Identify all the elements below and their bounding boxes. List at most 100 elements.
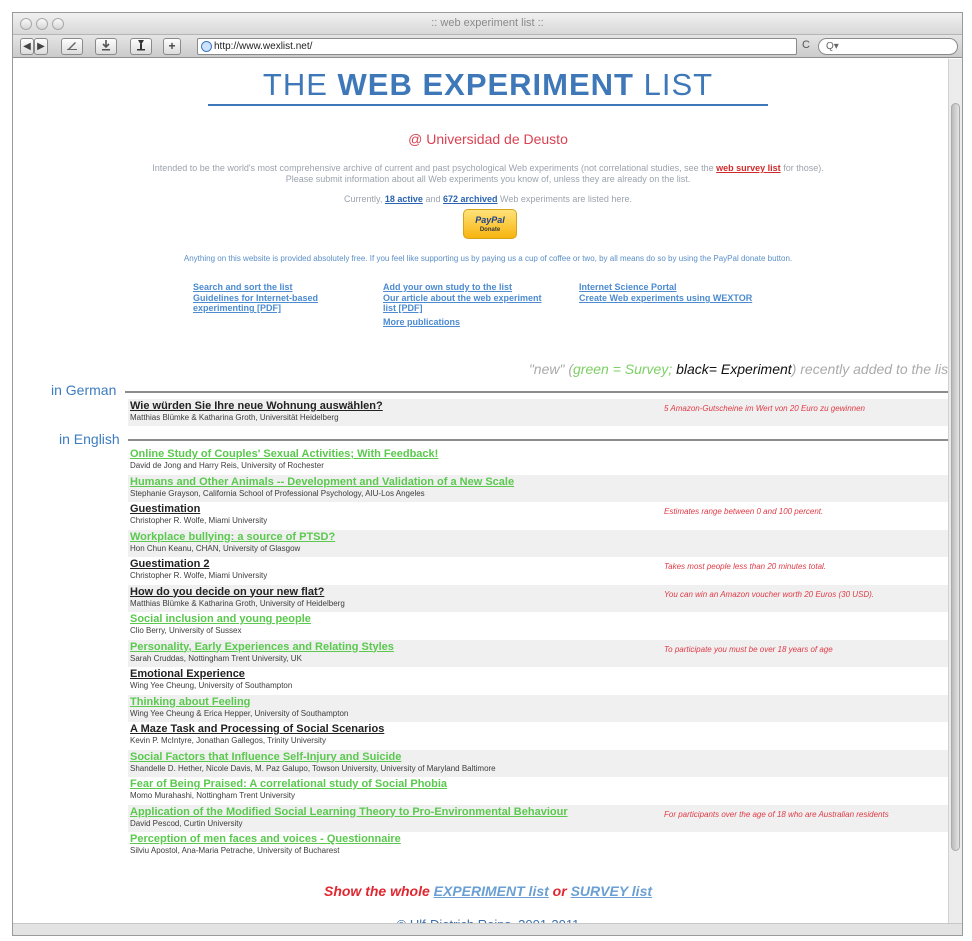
study-row: A Maze Task and Processing of Social Sce… [128,722,949,749]
study-title-link[interactable]: Fear of Being Praised: A correlational s… [130,778,447,790]
add-study-link[interactable]: Add your own study to the list [383,282,512,292]
download-icon[interactable] [95,38,117,55]
study-row: Guestimation 2 Christopher R. Wolfe, Miam… [128,557,949,584]
study-row: Wie würden Sie Ihre neue Wohnung auswähl… [128,399,949,426]
site-subtitle: @ Universidad de Deusto [408,131,568,147]
study-authors: Christopher R. Wolfe, Miami University [130,516,268,525]
window-titlebar: :: web experiment list :: [13,13,962,35]
web-survey-list-link[interactable]: web survey list [716,163,781,173]
study-authors: Matthias Blümke & Katharina Groth, Unive… [130,598,345,608]
experiment-list-link[interactable]: EXPERIMENT list [434,883,549,899]
title-bold: WEB EXPERIMENT [337,67,634,102]
article-link-line-2[interactable]: list [PDF] [383,303,423,313]
intro-text-end: for those). [783,163,824,173]
study-row: Emotional Experience Wing Yee Cheung, Uni… [128,667,949,694]
count-post: Web experiments are listed here. [500,194,632,204]
site-title: THE WEB EXPERIMENT LIST [208,67,768,103]
vertical-scrollbar[interactable] [948,59,962,923]
study-title-link[interactable]: Online Study of Couples' Sexual Activiti… [130,448,438,460]
study-authors: Wing Yee Cheung, University of Southampt… [130,681,293,690]
study-authors: David de Jong and Harry Reis, University… [130,461,324,470]
url-text: http://www.wexlist.net/ [214,41,313,52]
study-authors: Stephanie Grayson, California School of … [130,488,425,498]
scrollbar-thumb[interactable] [951,103,960,851]
study-title-link[interactable]: Personality, Early Experiences and Relat… [130,641,394,653]
study-title-link[interactable]: Guestimation 2 [130,558,209,570]
bookmark-icon[interactable] [130,38,152,55]
study-title-link[interactable]: Wie würden Sie Ihre neue Wohnung auswähl… [130,400,383,412]
browser-toolbar: ◀ ▶ + http://www.wexlist.net/ C Q▾ [13,35,962,58]
study-row: Social inclusion and young people Clio Be… [128,612,949,639]
globe-icon [201,41,212,52]
search-input[interactable]: Q▾ [818,38,958,55]
study-title-link[interactable]: Emotional Experience [130,668,245,680]
study-authors: Shandelle D. Hether, Nicole Davis, M. Pa… [130,763,496,773]
search-sort-link[interactable]: Search and sort the list [193,282,293,292]
study-title-link[interactable]: Humans and Other Animals -- Development … [130,476,514,488]
study-row: Guestimation Christopher R. Wolfe, Miami … [128,502,949,529]
study-authors: Sarah Cruddas, Nottingham Trent Universi… [130,653,302,663]
study-row: Perception of men faces and voices - Que… [128,832,949,859]
study-title-link[interactable]: Guestimation [130,503,200,515]
legend: "new" (green = Survey; black= Experiment… [433,361,949,377]
show-or: or [548,883,571,899]
study-title-link[interactable]: A Maze Task and Processing of Social Sce… [130,723,384,735]
reload-icon[interactable]: C [802,39,810,51]
count-pre: Currently, [344,194,383,204]
study-authors: Hon Chun Keanu, CHAN, University of Glas… [130,543,301,553]
article-link-line-1[interactable]: Our article about the web experiment [383,293,542,303]
study-row: Online Study of Couples' Sexual Activiti… [128,447,949,474]
edit-icon[interactable] [61,38,83,55]
study-title-link[interactable]: Application of the Modified Social Learn… [130,806,568,818]
support-text: Anything on this website is provided abs… [183,254,793,263]
english-section-label[interactable]: in English [59,431,123,447]
guidelines-link-line-1[interactable]: Guidelines for Internet-based [193,293,318,303]
study-authors: Christopher R. Wolfe, Miami University [130,571,268,580]
paypal-sub-label: Donate [479,227,501,233]
title-post: LIST [634,67,714,102]
guidelines-link-line-2[interactable]: experimenting [PDF] [193,303,281,313]
archived-link[interactable]: 672 archived [443,194,498,204]
horizontal-scrollbar[interactable] [13,923,962,935]
wextor-link[interactable]: Create Web experiments using WEXTOR [579,293,752,303]
paypal-label: PayPal [475,215,505,225]
forward-button[interactable]: ▶ [34,38,48,55]
study-title-link[interactable]: Perception of men faces and voices - Que… [130,833,401,845]
study-authors: Kevin P. McIntyre, Jonathan Gallegos, Tr… [130,736,326,745]
study-note: Takes most people less than 20 minutes t… [664,562,827,571]
study-row: Humans and Other Animals -- Development … [128,474,949,502]
legend-rest: ) recently added to the list [791,361,949,377]
german-section-rule [125,391,949,393]
study-authors: Wing Yee Cheung & Erica Hepper, Universi… [130,708,349,718]
internet-science-portal-link[interactable]: Internet Science Portal [579,282,677,292]
study-title-link[interactable]: How do you decide on your new flat? [130,586,324,598]
study-title-link[interactable]: Social inclusion and young people [130,613,311,625]
back-button[interactable]: ◀ [20,38,34,55]
url-bar[interactable]: http://www.wexlist.net/ [197,38,797,55]
study-row: Fear of Being Praised: A correlational s… [128,777,949,804]
study-row: Personality, Early Experiences and Relat… [128,639,949,667]
show-whole-list: Show the whole EXPERIMENT list or SURVEY… [13,883,949,899]
legend-new: "new" ( [528,361,573,377]
study-note: Estimates range between 0 and 100 percen… [664,507,824,516]
study-row: Social Factors that Influence Self-Injur… [128,749,949,777]
more-publications-link[interactable]: More publications [383,317,460,327]
german-section-label[interactable]: in German [51,382,120,398]
study-note: To participate you must be over 18 years… [664,644,833,654]
paypal-donate-button[interactable]: PayPal Donate [463,209,517,239]
study-title-link[interactable]: Social Factors that Influence Self-Injur… [130,751,401,763]
title-underline [208,104,768,106]
study-title-link[interactable]: Thinking about Feeling [130,696,250,708]
study-note: For participants over the age of 18 who … [664,809,889,819]
study-title-link[interactable]: Workplace bullying: a source of PTSD? [130,531,335,543]
show-pre: Show the whole [323,883,434,899]
title-pre: THE [262,67,338,102]
intro-text: Intended to be the world's most comprehe… [152,163,714,173]
active-link[interactable]: 18 active [385,194,423,204]
add-bookmark-button[interactable]: + [163,38,181,55]
study-authors: Matthias Blümke & Katharina Groth, Unive… [130,413,339,422]
survey-list-link[interactable]: SURVEY list [571,883,652,899]
count-line: Currently, 18 active and 672 archived We… [13,194,949,205]
browser-window: :: web experiment list :: ◀ ▶ + http://w… [12,12,963,936]
legend-green: green = Survey; [573,361,673,377]
